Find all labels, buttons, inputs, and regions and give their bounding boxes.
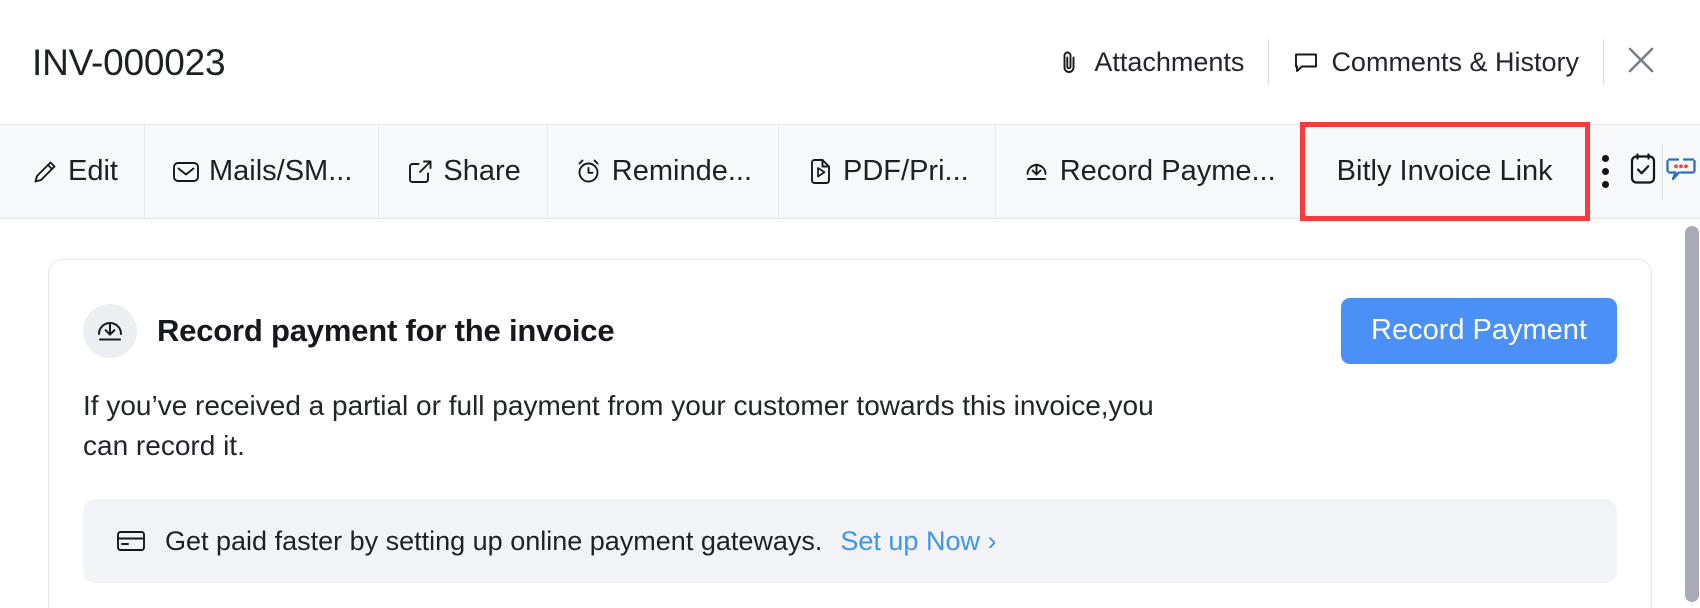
card-description: If you’ve received a partial or full pay… bbox=[83, 389, 1154, 461]
comments-history-label: Comments & History bbox=[1331, 46, 1579, 77]
toolbar-button-share[interactable]: Share bbox=[379, 125, 548, 218]
toolbar-button-mails-sms[interactable]: Mails/SM... bbox=[144, 125, 380, 218]
pencil-icon bbox=[30, 157, 60, 187]
toolbar-label-edit: Edit bbox=[68, 155, 118, 187]
toolbar-label-record-payment: Record Payme... bbox=[1059, 155, 1276, 187]
set-up-now-link[interactable]: Set up Now › bbox=[840, 526, 996, 557]
comment-icon bbox=[1293, 49, 1319, 75]
record-payment-button[interactable]: Record Payment bbox=[1341, 298, 1617, 364]
task-clipboard-icon bbox=[1627, 152, 1659, 191]
page-title: INV-000023 bbox=[32, 41, 226, 83]
payment-gateway-banner: Get paid faster by setting up online pay… bbox=[83, 499, 1617, 584]
toolbar-button-edit[interactable]: Edit bbox=[0, 125, 145, 218]
credit-card-icon bbox=[115, 525, 147, 557]
pdf-file-icon bbox=[805, 157, 835, 187]
action-toolbar: Edit Mails/SM... Share Reminde... PDF/Pr… bbox=[0, 122, 1700, 221]
toolbar-label-reminders: Reminde... bbox=[611, 155, 753, 187]
toolbar-button-reminders[interactable]: Reminde... bbox=[547, 125, 780, 218]
paperclip-icon bbox=[1056, 49, 1082, 75]
card-header: Record payment for the invoice Record Pa… bbox=[83, 298, 1617, 364]
header-actions: Attachments Comments & History bbox=[1032, 0, 1678, 124]
panel-body: Record payment for the invoice Record Pa… bbox=[0, 219, 1700, 608]
attachments-label: Attachments bbox=[1094, 46, 1245, 77]
payment-gateway-text: Get paid faster by setting up online pay… bbox=[165, 525, 823, 556]
comments-history-button[interactable]: Comments & History bbox=[1269, 47, 1603, 78]
download-icon bbox=[1022, 157, 1052, 187]
chat-bubble-icon bbox=[1664, 153, 1698, 190]
chat-bubble-button[interactable] bbox=[1662, 125, 1700, 218]
panel-header: INV-000023 Attachments Comments & Histor… bbox=[0, 0, 1700, 125]
toolbar-button-record-payment[interactable]: Record Payme... bbox=[995, 125, 1303, 218]
toolbar-label-pdf-print: PDF/Pri... bbox=[843, 155, 969, 187]
close-icon bbox=[1624, 43, 1658, 82]
record-payment-card: Record payment for the invoice Record Pa… bbox=[48, 259, 1652, 608]
card-title: Record payment for the invoice bbox=[157, 313, 615, 348]
alarm-clock-icon bbox=[574, 157, 604, 187]
toolbar-label-bitly-invoice-link: Bitly Invoice Link bbox=[1336, 155, 1553, 187]
card-title-row: Record payment for the invoice bbox=[83, 298, 615, 358]
toolbar-label-mails-sms: Mails/SM... bbox=[208, 155, 353, 187]
toolbar-button-pdf-print[interactable]: PDF/Pri... bbox=[779, 125, 996, 218]
attachments-button[interactable]: Attachments bbox=[1032, 47, 1268, 78]
toolbar-label-share: Share bbox=[443, 155, 521, 187]
record-payment-icon bbox=[83, 304, 137, 358]
share-icon bbox=[405, 157, 435, 187]
vertical-scrollbar-track[interactable] bbox=[1684, 220, 1700, 608]
more-options-icon bbox=[1601, 155, 1609, 188]
invoice-detail-panel: INV-000023 Attachments Comments & Histor… bbox=[0, 0, 1700, 608]
task-clipboard-button[interactable] bbox=[1624, 125, 1662, 218]
more-options-button[interactable] bbox=[1586, 125, 1625, 218]
close-button[interactable] bbox=[1604, 25, 1678, 99]
envelope-icon bbox=[171, 157, 201, 187]
toolbar-button-bitly-invoice-link[interactable]: Bitly Invoice Link bbox=[1299, 122, 1590, 221]
vertical-scrollbar-thumb[interactable] bbox=[1685, 226, 1699, 602]
